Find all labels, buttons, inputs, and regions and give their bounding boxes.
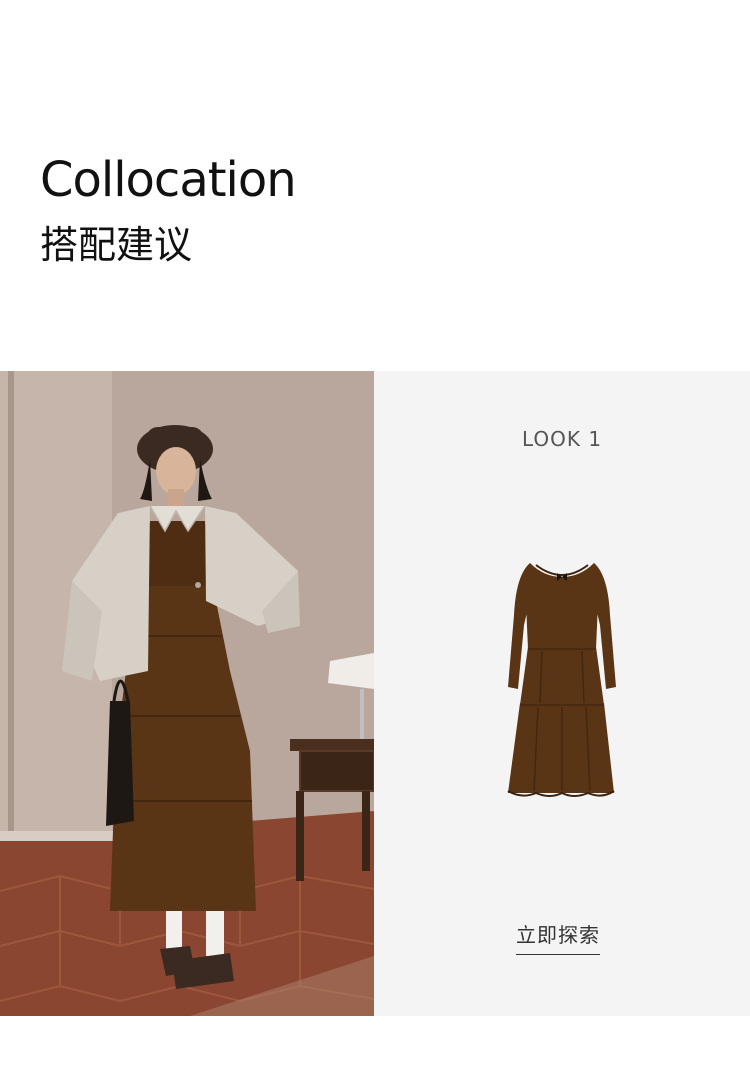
explore-button[interactable]: 立即探索 [516,919,600,955]
product-panel: LOOK 1 立即探索 [374,371,750,1016]
section-title-cn: 搭配建议 [40,223,193,267]
model-outfit-photo [0,371,374,1016]
section-header: Collocation 搭配建议 [40,150,297,270]
brown-dress-image[interactable] [502,555,622,801]
look-card: LOOK 1 立即探索 [0,371,750,1016]
section-title-en: Collocation [40,152,297,208]
look-label: LOOK 1 [521,427,603,451]
